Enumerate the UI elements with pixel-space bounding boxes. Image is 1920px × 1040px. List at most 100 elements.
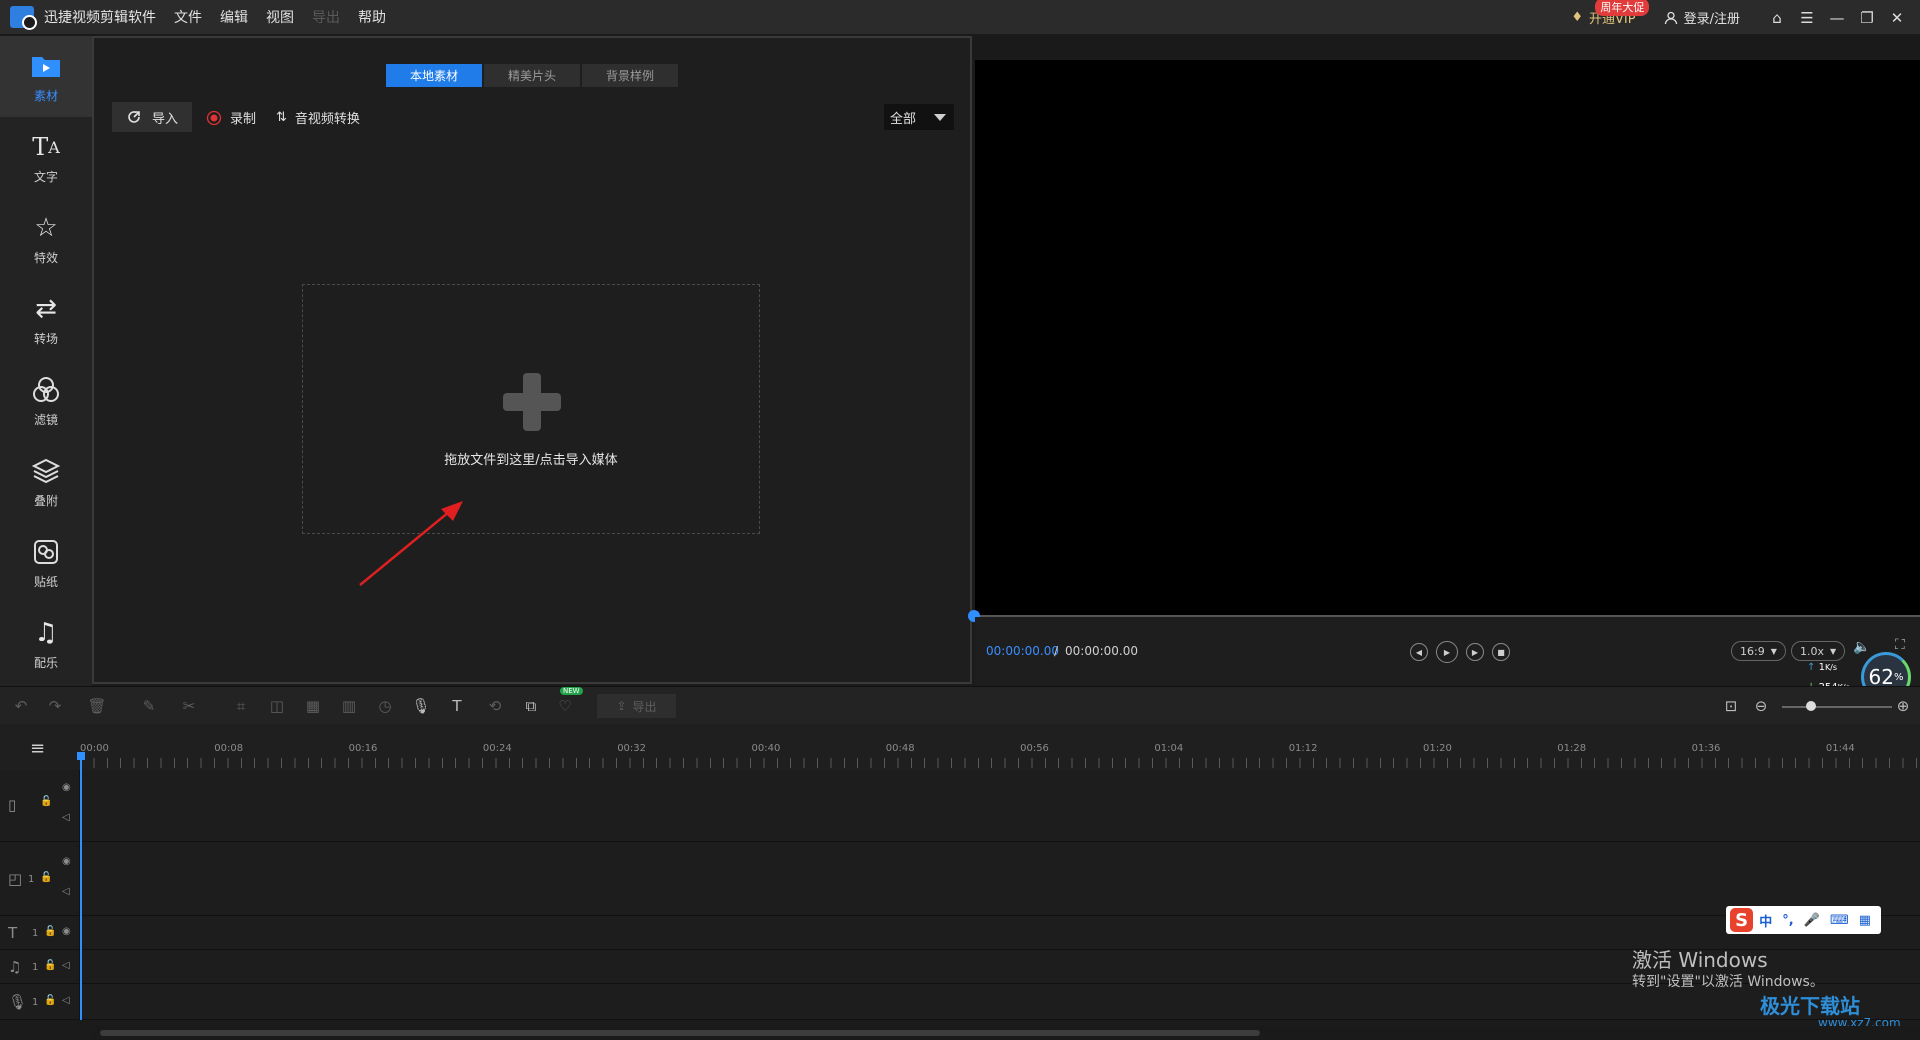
tab-local-media[interactable]: 本地素材 [386,64,482,87]
ruler-tick-label: 00:24 [482,743,512,754]
ime-language[interactable]: 中 [1759,911,1772,930]
new-feature-button[interactable]: ♡ [556,697,574,715]
speaker-icon[interactable]: ◁ [62,995,70,1006]
play-button[interactable]: ▶ [1436,641,1458,663]
vip-button[interactable]: ♦ 开通VIP 周年大促 [1571,0,1650,27]
sidebar-item-sticker[interactable]: 贴纸 [0,522,92,603]
menu-edit[interactable]: 编辑 [220,7,248,27]
split-button[interactable]: ✂ [180,697,198,715]
import-button[interactable]: 导入 [112,102,192,132]
close-button[interactable]: ✕ [1882,0,1912,35]
export-icon: ⇪ [616,699,627,713]
menu-export: 导出 [312,10,340,26]
keyboard-icon[interactable]: ⌨ [1830,913,1849,928]
picture-in-picture-button[interactable]: ⧉ [522,697,540,715]
maximize-button[interactable]: ❐ [1852,0,1882,35]
speaker-icon[interactable]: ◁ [62,960,70,971]
record-button[interactable]: 录制 [206,108,256,127]
eye-icon[interactable]: ◉ [62,856,71,867]
sidebar-item-overlay[interactable]: 叠附 [0,441,92,522]
av-convert-button[interactable]: ⇅ 音视频转换 [276,108,360,127]
tab-intro-templates[interactable]: 精美片头 [484,64,580,87]
zoom-slider[interactable] [1782,706,1892,708]
sticker-icon [29,535,63,569]
lock-icon[interactable]: 🔓 [44,995,56,1006]
tts-icon: T [452,697,462,715]
timeline-horizontal-scrollbar[interactable] [90,1026,1920,1040]
stop-button[interactable]: ■ [1492,643,1510,661]
playhead-handle[interactable] [77,752,85,760]
speaker-icon[interactable]: ◁ [62,812,70,823]
redo-button[interactable]: ↷ [46,697,64,715]
convert-icon: ⇅ [276,110,287,125]
sidebar-item-effects[interactable]: ☆ 特效 [0,198,92,279]
zoom-out-button[interactable]: ⊖ [1752,697,1770,715]
microphone-icon[interactable]: 🎤 [1804,913,1820,928]
app-logo-icon [10,6,37,30]
export-label: 导出 [632,699,657,714]
lock-icon[interactable]: 🔓 [40,796,52,807]
eye-icon[interactable]: ◉ [62,782,71,793]
home-button[interactable]: ⌂ [1762,0,1792,35]
mosaic-button[interactable]: ▦ [304,697,322,715]
lock-icon[interactable]: 🔓 [44,960,56,971]
video-preview[interactable] [975,60,1920,616]
playback-buttons: ◀ ▶ ▶ ■ [1410,641,1510,663]
media-tabs: 本地素材 精美片头 背景样例 [386,64,680,87]
login-button[interactable]: 登录/注册 [1664,8,1740,27]
preview-top-strip [975,36,1920,60]
tab-background-samples[interactable]: 背景样例 [582,64,678,87]
pip-icon: ⧉ [525,697,537,715]
voice-track-header: 🎙 1 🔓 ◁ [0,984,80,1019]
menu-view[interactable]: 视图 [266,7,294,27]
scrollbar-thumb[interactable] [100,1030,1260,1036]
undo-icon: ↶ [14,697,28,715]
punctuation-icon[interactable]: °, [1782,913,1793,928]
sidebar-item-media[interactable]: 素材 [0,36,92,117]
zoom-slider-knob[interactable] [1806,701,1816,711]
aspect-ratio-select[interactable]: 16:9 ▼ [1731,641,1786,661]
grid-icon[interactable]: ▦ [1859,913,1871,928]
ime-toolbar[interactable]: S 中 °, 🎤 ⌨ ▦ [1726,906,1881,934]
crop-button[interactable]: ⌗ [232,697,250,715]
zoom-clip-button[interactable]: ◫ [268,697,286,715]
eye-icon[interactable]: ◉ [62,926,71,937]
video-track[interactable]: ▯ 🔓 ◉ ◁ [0,770,1920,842]
timeline-ruler[interactable]: 00:00 00:08 00:16 00:24 00:32 00:40 00:48 00:56… [80,724,1920,770]
media-filter-select[interactable]: 全部 [884,104,954,130]
fullscreen-icon[interactable]: ⛶ [1895,637,1905,653]
sidebar-item-filter[interactable]: 滤镜 [0,360,92,441]
lock-icon[interactable]: 🔓 [40,872,52,883]
text-to-speech-button[interactable]: T [448,697,466,715]
prev-frame-button[interactable]: ◀ [1410,643,1428,661]
speaker-icon[interactable]: ◁ [62,886,70,897]
title-right-controls: ♦ 开通VIP 周年大促 登录/注册 ⌂ ☰ — ❐ ✕ [1571,0,1920,35]
audio-levels-button[interactable]: ▥ [340,697,358,715]
zoom-in-button[interactable]: ⊕ [1894,697,1912,715]
filter-icon [29,373,63,407]
menu-file[interactable]: 文件 [174,7,202,27]
lock-icon[interactable]: 🔓 [44,926,56,937]
menu-button[interactable]: ☰ [1792,0,1822,35]
playhead-line[interactable] [80,758,82,1020]
sidebar-item-text[interactable]: TA 文字 [0,117,92,198]
app-title: 迅捷视频剪辑软件 [44,10,156,26]
speech-to-text-button[interactable]: ⟲ [486,697,504,715]
ruler-tick-label: 01:36 [1691,743,1721,754]
timeline-toolbar: ↶ ↷ 🗑 ✎ ✂ ⌗ ◫ ▦ ▥ ◷ 🎙 T ⟲ ⧉ ♡ NEW ⇪ 导出 ⊡… [0,686,1920,724]
overlay-track[interactable]: ◰ 1 🔓 ◉ ◁ [0,842,1920,916]
sidebar-item-transition[interactable]: ⇄ 转场 [0,279,92,360]
delete-button[interactable]: 🗑 [87,697,106,715]
menu-help[interactable]: 帮助 [358,7,386,27]
sidebar-item-music[interactable]: ♫ 配乐 [0,603,92,684]
edit-button[interactable]: ✎ [140,697,158,715]
minimize-button[interactable]: — [1822,0,1852,35]
next-frame-button[interactable]: ▶ [1466,643,1484,661]
next-frame-icon: ▶ [1471,647,1479,657]
undo-button[interactable]: ↶ [12,697,30,715]
duration-button[interactable]: ◷ [376,697,394,715]
add-track-icon[interactable]: ≡ [30,738,45,759]
track-number: 1 [32,962,39,973]
fit-timeline-button[interactable]: ⊡ [1722,697,1740,715]
voiceover-button[interactable]: 🎙 [411,697,430,715]
